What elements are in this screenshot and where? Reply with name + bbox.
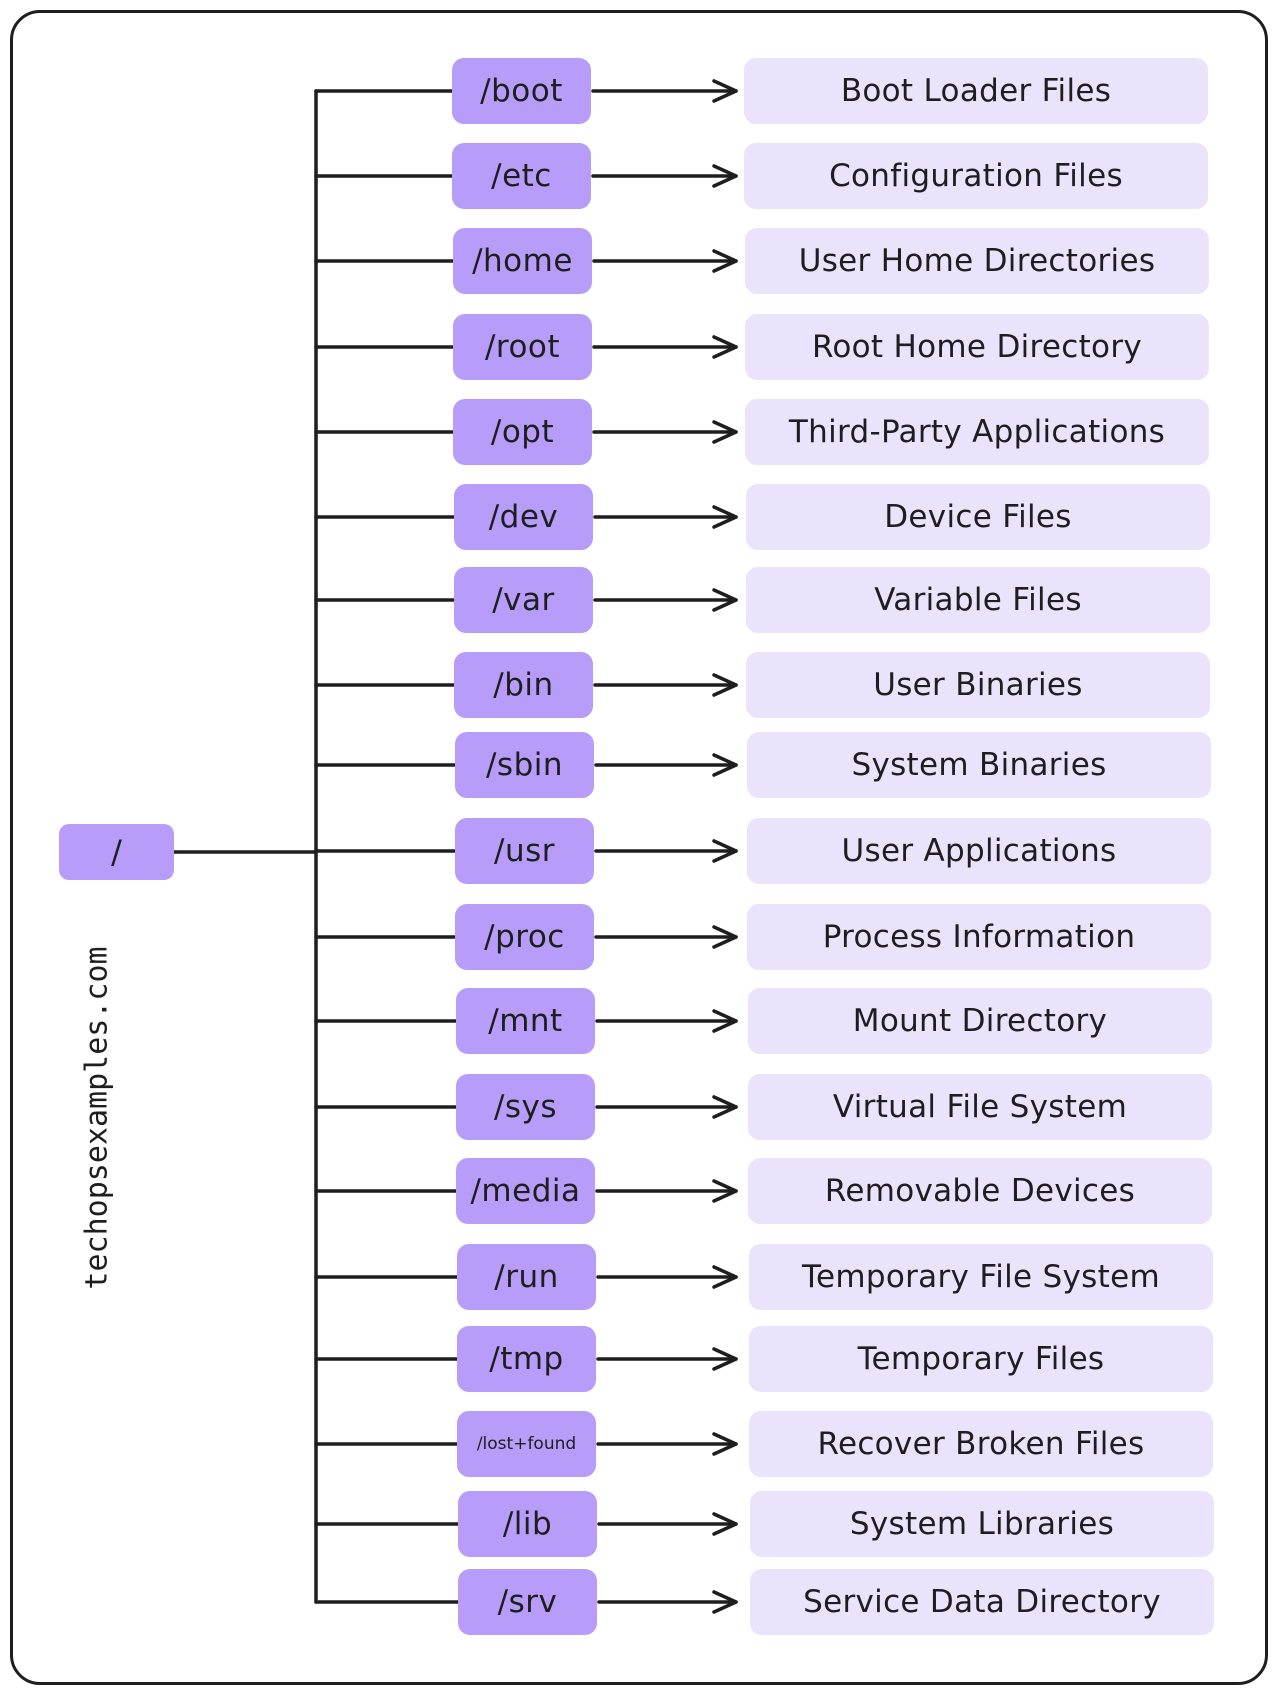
description-label: Variable Files: [874, 582, 1082, 618]
directory-label: /tmp: [489, 1341, 564, 1377]
description-label: Device Files: [884, 499, 1072, 535]
directory-label: /bin: [493, 667, 554, 703]
description-label: Boot Loader Files: [840, 73, 1112, 109]
description-node: Recover Broken Files: [749, 1411, 1213, 1477]
directory-label: /mnt: [488, 1003, 563, 1039]
directory-label: /dev: [488, 499, 559, 535]
directory-node: /boot: [452, 58, 591, 124]
description-label: Configuration Files: [829, 158, 1123, 194]
directory-label: /lost+found: [476, 1434, 577, 1454]
directory-node: /opt: [453, 399, 592, 465]
description-node: Virtual File System: [748, 1074, 1212, 1140]
directory-node: /lib: [458, 1491, 597, 1557]
root-directory-label: /: [111, 833, 122, 871]
directory-node: /tmp: [457, 1326, 596, 1392]
directory-label: /usr: [494, 833, 555, 869]
directory-label: /run: [494, 1259, 559, 1295]
directory-label: /root: [484, 329, 561, 365]
description-label: Temporary Files: [857, 1341, 1105, 1377]
directory-node: /srv: [458, 1569, 597, 1635]
description-label: Removable Devices: [824, 1173, 1136, 1209]
directory-label: /var: [492, 582, 555, 618]
description-node: Configuration Files: [744, 143, 1208, 209]
root-directory-node: /: [59, 824, 174, 880]
directory-node: /media: [456, 1158, 595, 1224]
description-label: Third-Party Applications: [788, 414, 1166, 450]
description-node: User Applications: [747, 818, 1211, 884]
description-label: Virtual File System: [832, 1089, 1128, 1125]
description-label: Service Data Directory: [803, 1584, 1161, 1620]
directory-label: /boot: [480, 73, 563, 109]
description-node: User Binaries: [746, 652, 1210, 718]
description-label: System Binaries: [851, 747, 1107, 783]
directory-node: /var: [454, 567, 593, 633]
description-node: Boot Loader Files: [744, 58, 1208, 124]
directory-node: /home: [453, 228, 592, 294]
directory-label: /etc: [491, 158, 552, 194]
directory-node: /run: [457, 1244, 596, 1310]
description-label: Process Information: [822, 919, 1136, 955]
description-node: Device Files: [746, 484, 1210, 550]
description-node: System Binaries: [747, 732, 1211, 798]
watermark-text: techopsexamples.com: [79, 946, 115, 1290]
directory-node: /lost+found: [457, 1411, 596, 1477]
directory-node: /dev: [454, 484, 593, 550]
description-node: Mount Directory: [748, 988, 1212, 1054]
directory-node: /mnt: [456, 988, 595, 1054]
directory-label: /lib: [502, 1506, 553, 1542]
description-node: Temporary File System: [749, 1244, 1213, 1310]
directory-node: /bin: [454, 652, 593, 718]
description-label: User Home Directories: [798, 243, 1156, 279]
description-node: Process Information: [747, 904, 1211, 970]
directory-node: /proc: [455, 904, 594, 970]
description-node: Root Home Directory: [745, 314, 1209, 380]
description-label: Temporary File System: [802, 1259, 1160, 1295]
directory-node: /sbin: [455, 732, 594, 798]
directory-label: /sys: [493, 1089, 558, 1125]
directory-label: /proc: [484, 919, 565, 955]
directory-label: /sbin: [485, 747, 564, 783]
directory-label: /srv: [497, 1584, 558, 1620]
directory-node: /root: [453, 314, 592, 380]
directory-node: /sys: [456, 1074, 595, 1140]
description-label: User Applications: [841, 833, 1117, 869]
directory-label: /opt: [490, 414, 555, 450]
description-label: System Libraries: [849, 1506, 1115, 1542]
directory-label: /media: [470, 1173, 581, 1209]
description-label: Mount Directory: [852, 1003, 1108, 1039]
directory-node: /usr: [455, 818, 594, 884]
description-node: Service Data Directory: [750, 1569, 1214, 1635]
description-node: Variable Files: [746, 567, 1210, 633]
description-label: Recover Broken Files: [817, 1426, 1145, 1462]
directory-node: /etc: [452, 143, 591, 209]
directory-label: /home: [472, 243, 573, 279]
description-node: Temporary Files: [749, 1326, 1213, 1392]
description-node: System Libraries: [750, 1491, 1214, 1557]
description-node: User Home Directories: [745, 228, 1209, 294]
description-label: Root Home Directory: [811, 329, 1143, 365]
description-node: Third-Party Applications: [745, 399, 1209, 465]
description-node: Removable Devices: [748, 1158, 1212, 1224]
description-label: User Binaries: [873, 667, 1083, 703]
